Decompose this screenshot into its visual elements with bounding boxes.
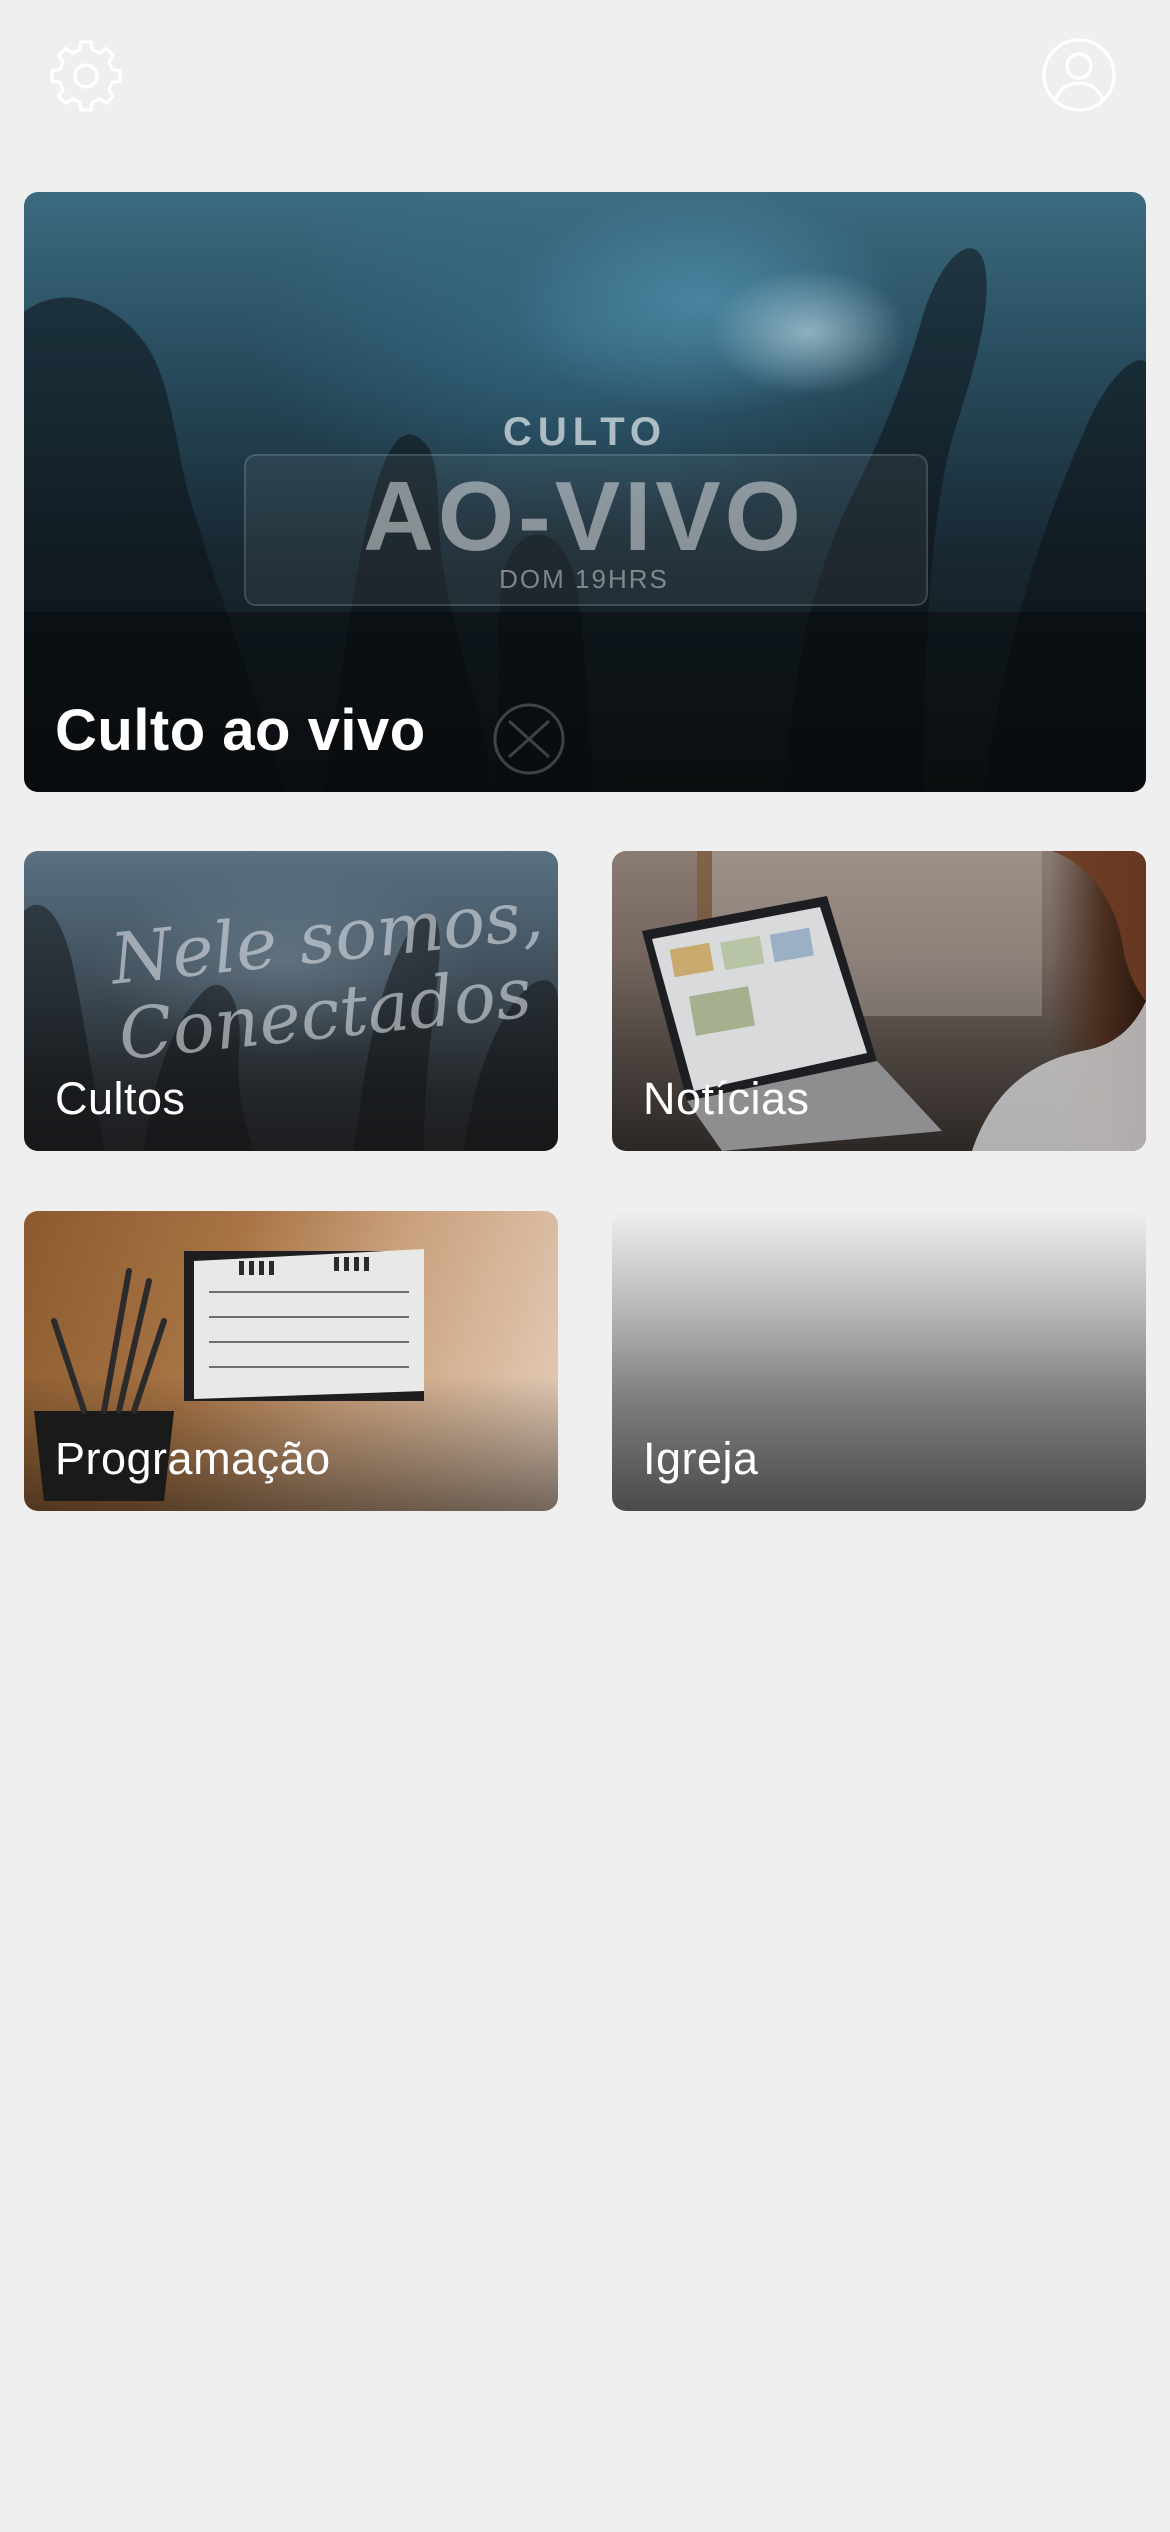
tile-label: Igreja (643, 1433, 759, 1484)
gear-icon (50, 40, 122, 112)
poster-schedule: DOM 19HRS (499, 564, 669, 594)
tile-label: Programação (55, 1433, 331, 1484)
tile-label: Notícias (643, 1073, 810, 1124)
tile-label: Cultos (55, 1073, 186, 1124)
live-service-label: Culto ao vivo (55, 698, 426, 763)
tile-cultos[interactable]: Nele somos, Conectados Cultos (24, 851, 558, 1151)
settings-button[interactable] (47, 36, 125, 114)
user-circle-icon (1042, 38, 1116, 112)
tile-igreja[interactable]: Igreja (612, 1211, 1146, 1511)
profile-button[interactable] (1040, 36, 1118, 114)
poster-title-large: AO-VIVO (363, 461, 805, 571)
tile-programacao[interactable]: Programação (24, 1211, 558, 1511)
poster-title-small: CULTO (502, 410, 668, 454)
live-service-card[interactable]: CULTO AO-VIVO DOM 19HRS Culto ao vivo (24, 192, 1146, 792)
tile-noticias[interactable]: Notícias (612, 851, 1146, 1151)
church-logo-watermark (493, 703, 565, 775)
